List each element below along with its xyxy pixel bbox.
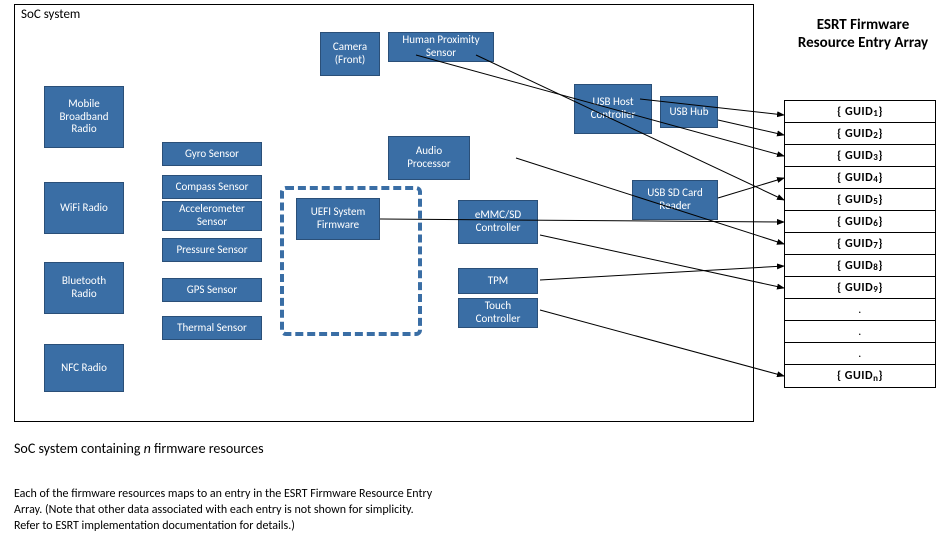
- esrt-row: { GUID2 }: [785, 123, 935, 145]
- block-usb-host-controller: USB Host Controller: [574, 84, 652, 134]
- block-pressure-sensor: Pressure Sensor: [162, 238, 262, 262]
- block-accelerometer-sensor: Accelerometer Sensor: [162, 201, 262, 231]
- esrt-row: .: [785, 321, 935, 343]
- block-compass-sensor: Compass Sensor: [162, 175, 262, 199]
- esrt-row: { GUID6 }: [785, 211, 935, 233]
- block-usb-sd-card-reader: USB SD Card Reader: [632, 180, 718, 220]
- esrt-row: { GUID1 }: [785, 101, 935, 123]
- esrt-row: { GUIDn }: [785, 365, 935, 387]
- block-nfc-radio: NFC Radio: [44, 344, 124, 392]
- esrt-row: { GUID7 }: [785, 233, 935, 255]
- block-usb-hub: USB Hub: [660, 96, 718, 128]
- block-emmc-sd-controller: eMMC/SD Controller: [458, 200, 538, 244]
- caption-sub: Each of the firmware resources maps to a…: [14, 486, 574, 535]
- esrt-title-line2: Resource Entry Array: [786, 34, 940, 52]
- esrt-row: { GUID8 }: [785, 255, 935, 277]
- esrt-title-line1: ESRT Firmware: [786, 16, 940, 34]
- block-bluetooth-radio: Bluetooth Radio: [44, 262, 124, 314]
- esrt-row: { GUID3 }: [785, 145, 935, 167]
- block-tpm: TPM: [458, 268, 538, 294]
- block-thermal-sensor: Thermal Sensor: [162, 316, 262, 340]
- block-gps-sensor: GPS Sensor: [162, 278, 262, 302]
- soc-title: SoC system: [21, 7, 80, 22]
- block-mobile-broadband-radio: Mobile Broadband Radio: [44, 86, 124, 148]
- block-wifi-radio: WiFi Radio: [44, 182, 124, 234]
- block-camera-front: Camera (Front): [320, 32, 380, 76]
- esrt-title: ESRT Firmware Resource Entry Array: [786, 16, 940, 52]
- esrt-array-table: { GUID1 }{ GUID2 }{ GUID3 }{ GUID4 }{ GU…: [784, 100, 936, 388]
- esrt-row: { GUID4 }: [785, 167, 935, 189]
- block-uefi-system-firmware: UEFI System Firmware: [296, 198, 380, 240]
- block-human-proximity-sensor: Human Proximity Sensor: [388, 32, 494, 62]
- caption-main: SoC system containing n firmware resourc…: [14, 440, 264, 457]
- esrt-row: .: [785, 343, 935, 365]
- block-touch-controller: Touch Controller: [458, 298, 538, 328]
- esrt-row: .: [785, 299, 935, 321]
- esrt-row: { GUID9 }: [785, 277, 935, 299]
- block-audio-processor: Audio Processor: [388, 136, 470, 180]
- esrt-row: { GUID5 }: [785, 189, 935, 211]
- block-gyro-sensor: Gyro Sensor: [162, 142, 262, 166]
